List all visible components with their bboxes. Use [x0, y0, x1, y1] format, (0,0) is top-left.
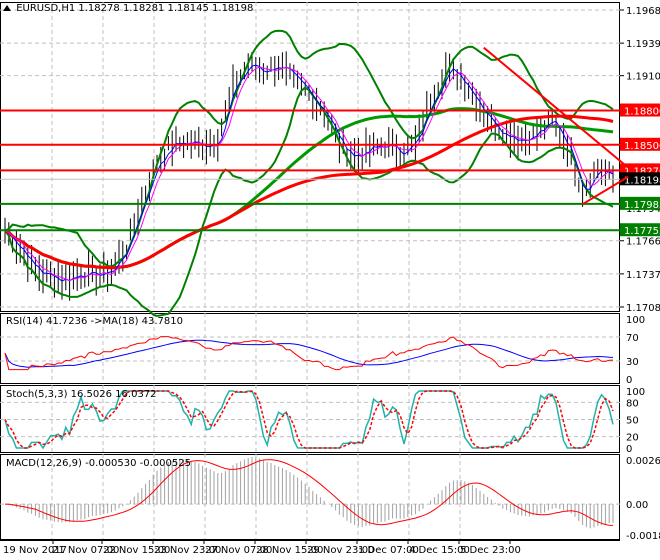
y-tick-label: 1.17080 [626, 303, 660, 314]
stoch-axis-label: 80 [626, 398, 639, 409]
level-label: 1.18500 [624, 141, 660, 152]
macd-axis-label: -0.00186 [626, 531, 660, 542]
y-tick-label: 1.19105 [626, 72, 660, 83]
level-label: 1.18198 [624, 175, 660, 186]
rsi-axis-label: 0 [626, 375, 632, 386]
level-label: 1.18800 [624, 107, 660, 118]
y-tick-label: 1.19390 [626, 39, 660, 50]
rsi-axis-label: 100 [626, 315, 645, 326]
level-label: 1.17752 [624, 226, 660, 237]
close-value: 1.18198 [212, 3, 254, 14]
x-tick-label: 5 Dec 23:00 [460, 545, 521, 556]
price-panel-title: EURUSD,H1 1.18278 1.18281 1.18145 1.1819… [3, 3, 253, 14]
chart-canvas[interactable]: 19 Nov 201721 Nov 07:0022 Nov 15:0023 No… [0, 0, 660, 560]
stoch-title: Stoch(5,3,3) 16.5026 16.0372 [6, 389, 157, 400]
low-value: 1.18145 [167, 3, 209, 14]
symbol-label: EURUSD,H1 [16, 3, 76, 14]
stoch-axis-label: 100 [626, 387, 645, 398]
y-tick-label: 1.17660 [626, 237, 660, 248]
high-value: 1.18281 [122, 3, 165, 14]
level-label: 1.17983 [624, 200, 660, 211]
rsi-line [4, 336, 614, 371]
stoch-axis-label: 50 [626, 416, 639, 427]
chart-window: 19 Nov 2017 21 Nov 07:00 22 Nov 15:00 23 No… [0, 0, 660, 560]
stoch-axis-label: 20 [626, 433, 639, 444]
rsi-axis-label: 30 [626, 357, 639, 368]
y-tick-label: 1.19680 [626, 6, 660, 17]
rsi-axis-label: 70 [626, 333, 639, 344]
macd-axis-label: 0.002652 [626, 456, 660, 467]
macd-axis-label: 0.00 [626, 500, 648, 511]
price-panel-icon [3, 5, 11, 11]
rsi-title: RSI(14) 41.7236 ->MA(18) 43.7810 [6, 316, 183, 327]
macd-title: MACD(12,26,9) -0.000530 -0.000525 [6, 458, 191, 469]
open-value: 1.18278 [78, 3, 120, 14]
y-tick-label: 1.17370 [626, 270, 660, 281]
stoch-axis-label: 0 [626, 444, 632, 455]
trendline [483, 46, 629, 169]
